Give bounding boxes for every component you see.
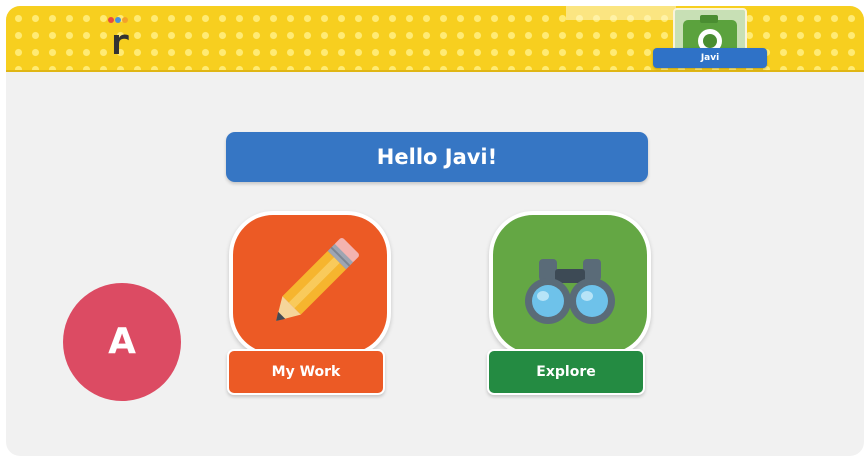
my-work-tile-background <box>229 211 391 357</box>
camera-avatar-icon <box>673 8 747 52</box>
greeting-banner: Hello Javi! <box>226 132 648 182</box>
my-work-button[interactable]: My Work <box>227 349 385 395</box>
pencil-icon <box>276 238 359 321</box>
top-bar: r Javi <box>6 6 864 72</box>
my-work-tile[interactable]: My Work <box>227 211 391 395</box>
logo-letter: r <box>109 23 130 58</box>
binoculars-icon <box>525 259 615 324</box>
explore-tile-background <box>489 211 651 357</box>
profile-name-label: Javi <box>653 48 767 68</box>
annotation-badge: A <box>63 283 181 401</box>
app-logo-icon[interactable]: r <box>104 14 134 63</box>
explore-tile[interactable]: Explore <box>487 211 651 395</box>
app-window: r Javi Hello Javi! My Work Explore A <box>6 6 864 456</box>
explore-button[interactable]: Explore <box>487 349 645 395</box>
profile-button[interactable]: Javi <box>653 8 769 68</box>
